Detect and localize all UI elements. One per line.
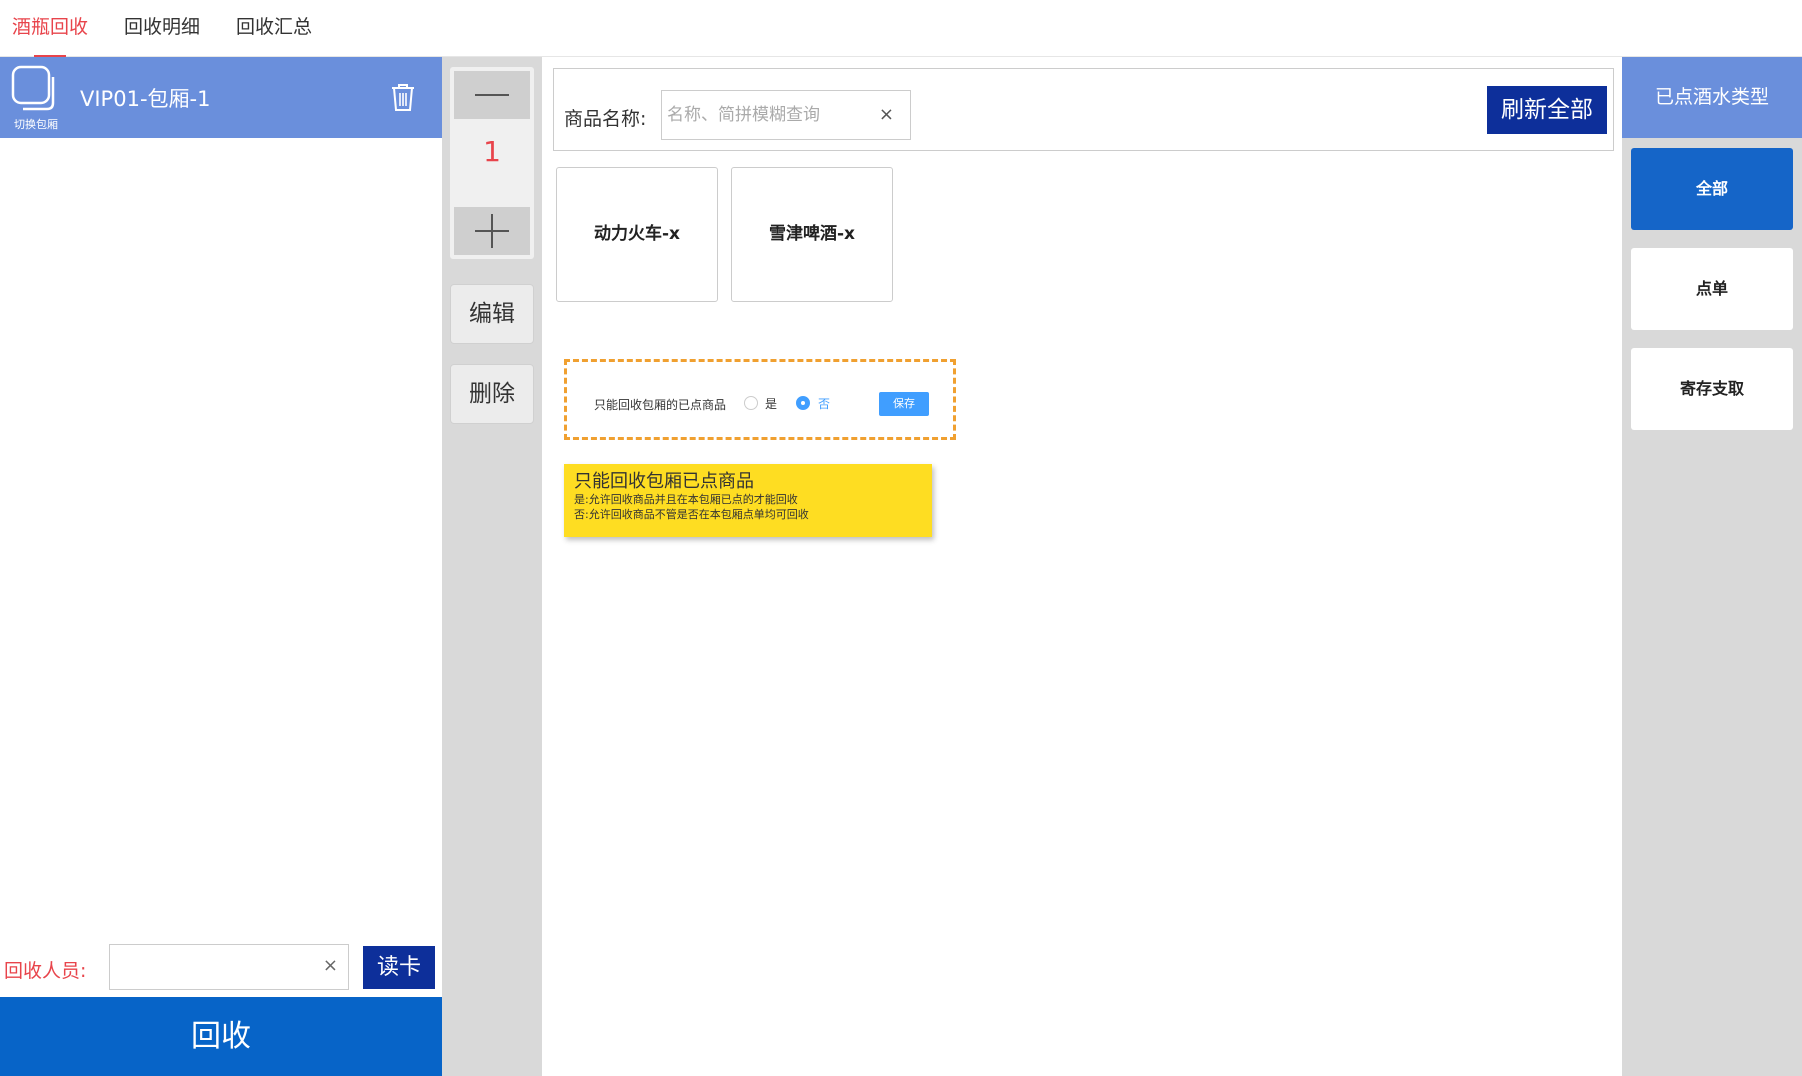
operator-input[interactable] xyxy=(116,945,306,989)
right-panel: 已点酒水类型 全部 点单 寄存支取 xyxy=(1622,57,1802,1076)
tab-recycle-summary[interactable]: 回收汇总 xyxy=(236,0,312,57)
room-name: VIP01-包厢-1 xyxy=(80,87,211,111)
tab-bottle-recycle[interactable]: 酒瓶回收 xyxy=(12,0,88,57)
category-order-button[interactable]: 点单 xyxy=(1631,248,1793,330)
ordered-drink-type-header: 已点酒水类型 xyxy=(1622,57,1802,138)
search-input[interactable] xyxy=(667,91,867,139)
delete-button[interactable]: 删除 xyxy=(450,364,534,424)
product-card[interactable]: 动力火车-x xyxy=(556,167,718,302)
left-panel: 切换包厢 VIP01-包厢-1 回收人员: × 读卡 回收 xyxy=(0,57,442,1076)
radio-yes[interactable] xyxy=(744,396,758,410)
quantity-value: 1 xyxy=(483,135,501,168)
top-tab-bar: 酒瓶回收 回收明细 回收汇总 xyxy=(0,0,1802,57)
product-card[interactable]: 雪津啤酒-x xyxy=(731,167,893,302)
quantity-stepper: 1 xyxy=(450,67,534,259)
note-line-yes: 是:允许回收商品并且在本包厢已点的才能回收 xyxy=(574,493,798,506)
refresh-all-button[interactable]: 刷新全部 xyxy=(1487,86,1607,134)
search-clear-icon[interactable]: × xyxy=(879,104,894,125)
plus-icon[interactable] xyxy=(454,207,530,255)
search-label: 商品名称: xyxy=(564,108,647,130)
room-item-list xyxy=(0,138,442,938)
radio-yes-label[interactable]: 是 xyxy=(765,395,777,412)
category-all-button[interactable]: 全部 xyxy=(1631,148,1793,230)
tab-recycle-detail[interactable]: 回收明细 xyxy=(124,0,200,57)
category-deposit-withdraw-button[interactable]: 寄存支取 xyxy=(1631,348,1793,430)
quantity-column: 1 编辑 删除 xyxy=(442,57,542,1076)
radio-no[interactable] xyxy=(796,396,810,410)
setting-label: 只能回收包厢的已点商品 xyxy=(594,398,727,412)
minus-icon[interactable] xyxy=(454,71,530,119)
read-card-button[interactable]: 读卡 xyxy=(363,946,435,989)
app-root: 酒瓶回收 回收明细 回收汇总 切换包厢 VIP01-包厢-1 回收人员: × 读… xyxy=(0,0,1802,1076)
note-line-no: 否:允许回收商品不管是否在本包厢点单均可回收 xyxy=(574,508,809,521)
operator-label: 回收人员: xyxy=(4,960,87,982)
room-bar: 切换包厢 VIP01-包厢-1 xyxy=(0,57,442,138)
edit-button[interactable]: 编辑 xyxy=(450,284,534,344)
save-button[interactable]: 保存 xyxy=(879,392,929,416)
recycle-setting-box: 只能回收包厢的已点商品 是 否 保存 xyxy=(564,359,956,440)
search-input-wrap: × xyxy=(661,90,911,140)
operator-row: 回收人员: × 读卡 xyxy=(0,944,442,994)
help-note: 只能回收包厢已点商品 是:允许回收商品并且在本包厢已点的才能回收 否:允许回收商… xyxy=(564,464,932,537)
note-title: 只能回收包厢已点商品 xyxy=(574,471,754,492)
switch-room-label: 切换包厢 xyxy=(14,118,58,131)
switch-room-icon xyxy=(11,65,55,111)
switch-room-button[interactable]: 切换包厢 xyxy=(8,65,64,131)
trash-icon[interactable] xyxy=(388,81,418,113)
operator-input-wrap: × xyxy=(109,944,349,990)
search-bar: 商品名称: × 刷新全部 xyxy=(553,68,1614,151)
recycle-button[interactable]: 回收 xyxy=(0,997,442,1076)
main-content: 商品名称: × 刷新全部 动力火车-x 雪津啤酒-x 只能回收包厢的已点商品 是… xyxy=(542,57,1622,1076)
operator-clear-icon[interactable]: × xyxy=(323,955,338,976)
radio-no-label[interactable]: 否 xyxy=(818,395,830,412)
